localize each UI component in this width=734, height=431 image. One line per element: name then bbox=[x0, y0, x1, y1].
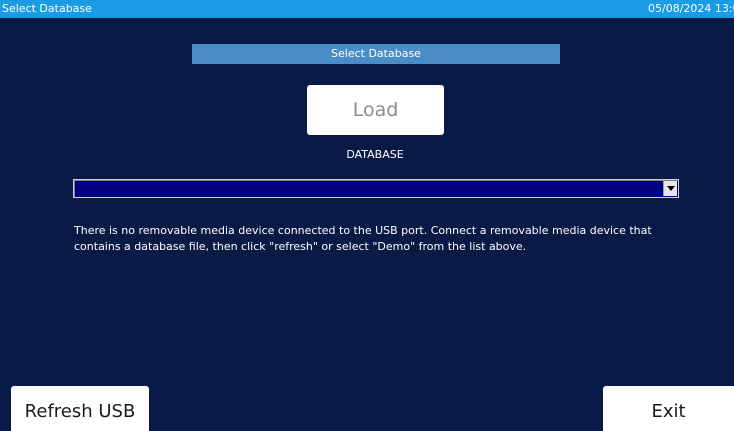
database-select[interactable] bbox=[73, 179, 679, 198]
page-title: Select Database bbox=[192, 44, 560, 64]
window-title: Select Database bbox=[2, 2, 92, 15]
no-usb-message: There is no removable media device conne… bbox=[74, 224, 652, 253]
refresh-usb-button[interactable]: Refresh USB bbox=[11, 386, 149, 431]
datetime-display: 05/08/2024 13:0 bbox=[648, 2, 734, 15]
database-label: DATABASE bbox=[346, 148, 404, 161]
exit-button[interactable]: Exit bbox=[603, 386, 734, 431]
select-database-screen: Select Database 05/08/2024 13:0 Select D… bbox=[0, 0, 734, 431]
load-button[interactable]: Load bbox=[307, 85, 444, 135]
chevron-down-icon bbox=[667, 186, 675, 191]
title-bar: Select Database 05/08/2024 13:0 bbox=[0, 0, 734, 18]
dropdown-arrow-button[interactable] bbox=[663, 181, 677, 196]
